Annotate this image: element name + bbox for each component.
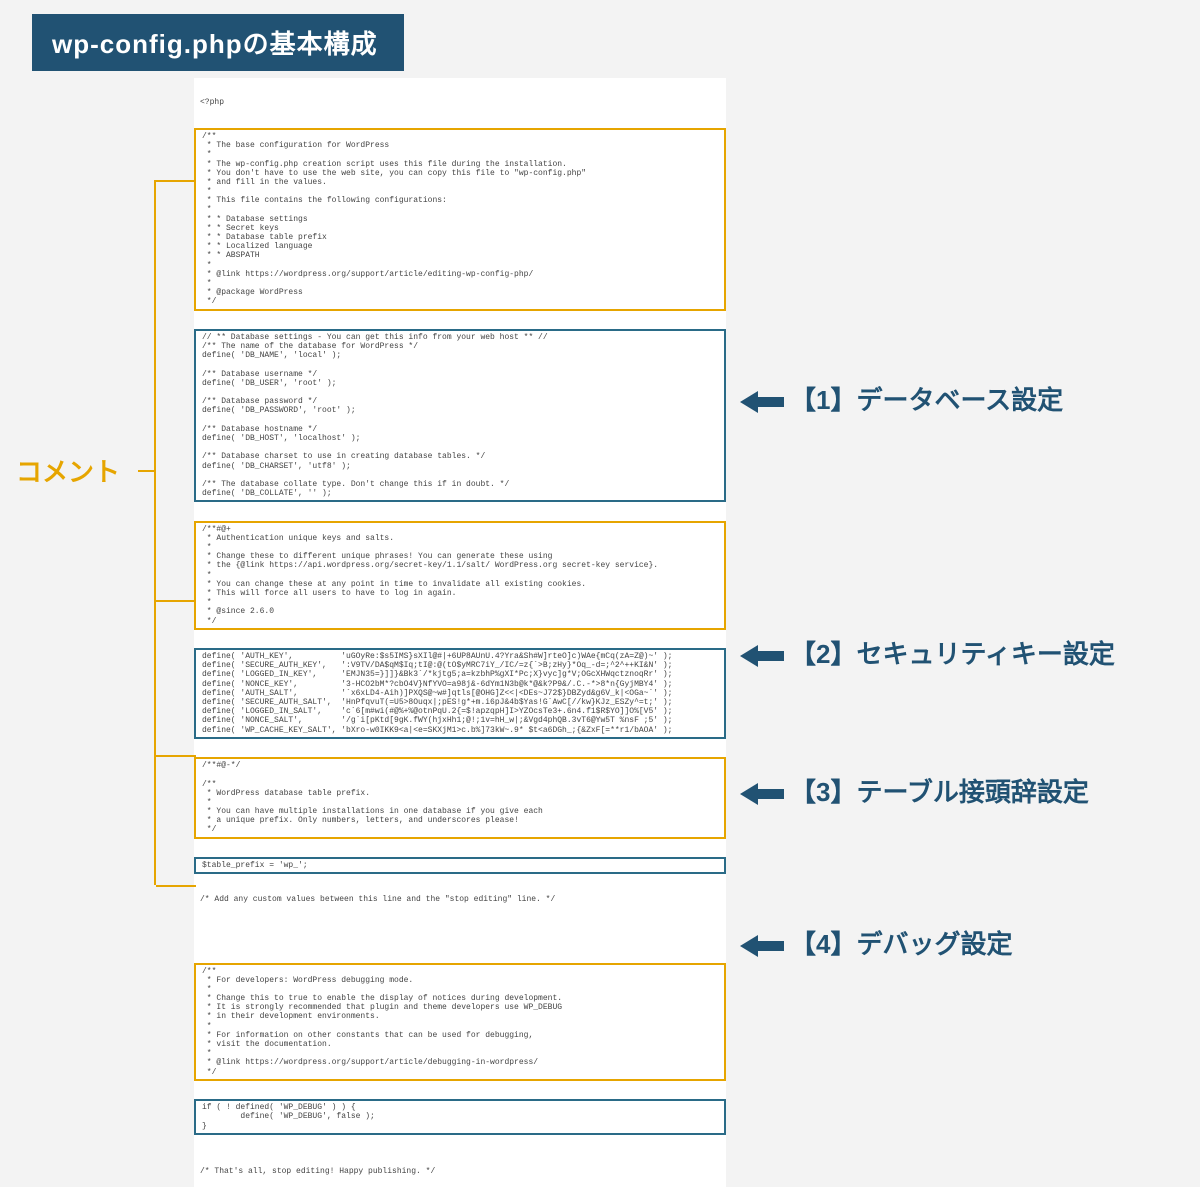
custom-note: /* Add any custom values between this li… (194, 893, 726, 906)
php-open: <?php (194, 96, 726, 109)
debug-block: if ( ! defined( 'WP_DEBUG' ) ) { define(… (194, 1099, 726, 1135)
db-settings-block: // ** Database settings - You can get th… (194, 329, 726, 502)
header-comment: /** * The base configuration for WordPre… (194, 128, 726, 311)
label-db-settings: 【1】データベース設定 (740, 380, 1063, 417)
comment-connector (154, 180, 156, 885)
end-note: /* That's all, stop editing! Happy publi… (194, 1165, 726, 1178)
page-title: wp-config.phpの基本構成 (32, 14, 404, 71)
auth-keys-block: define( 'AUTH_KEY', 'uGOyRe:$s5IMS}sXIl@… (194, 648, 726, 739)
prefix-comment: /**#@-*/ /** * WordPress database table … (194, 757, 726, 839)
label-table-prefix: 【3】テーブル接頭辞設定 (740, 772, 1089, 809)
label-security-keys: 【2】セキュリティキー設定 (740, 634, 1115, 671)
table-prefix-block: $table_prefix = 'wp_'; (194, 857, 726, 874)
arrow-left-icon (740, 933, 784, 959)
debug-comment: /** * For developers: WordPress debuggin… (194, 963, 726, 1081)
arrow-left-icon (740, 781, 784, 807)
code-column: <?php /** * The base configuration for W… (194, 78, 726, 1187)
auth-comment: /**#@+ * Authentication unique keys and … (194, 521, 726, 630)
comment-label: コメント (16, 452, 120, 489)
arrow-left-icon (740, 389, 784, 415)
arrow-left-icon (740, 643, 784, 669)
label-debug: 【4】デバッグ設定 (740, 924, 1012, 961)
